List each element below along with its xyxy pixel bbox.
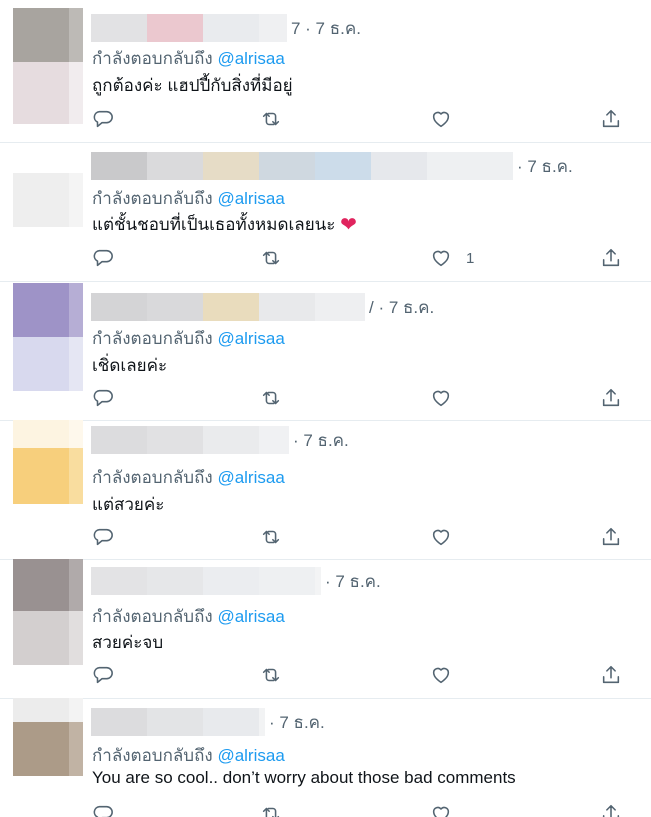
retweet-icon	[262, 112, 280, 126]
blurred-username	[91, 152, 513, 180]
timestamp[interactable]: · 7 ธ.ค.	[293, 427, 349, 454]
mention-link[interactable]: @alrisaa	[217, 329, 284, 348]
reply-button[interactable]	[92, 802, 114, 817]
retweet-button[interactable]	[260, 107, 282, 131]
action-bar	[92, 802, 632, 817]
retweet-button[interactable]	[260, 525, 282, 549]
reply-text: แต่สวยค่ะ	[92, 495, 165, 514]
reply-text: สวยค่ะจบ	[92, 633, 164, 652]
like-icon	[432, 667, 450, 684]
replying-to: กำลังตอบกลับถึง @alrisaa	[92, 607, 285, 626]
timestamp[interactable]: · 7 ธ.ค.	[269, 709, 325, 736]
timestamp[interactable]: / · 7 ธ.ค.	[369, 294, 434, 321]
like-button[interactable]	[430, 386, 466, 410]
blurred-username	[91, 708, 265, 736]
reply-item[interactable]: 7 · 7 ธ.ค. กำลังตอบกลับถึง @alrisaa ถูกต…	[0, 0, 651, 143]
action-bar	[92, 663, 632, 687]
like-button[interactable]	[430, 802, 466, 817]
retweet-button[interactable]	[260, 246, 282, 270]
like-icon	[432, 529, 450, 546]
timestamp[interactable]: · 7 ธ.ค.	[325, 568, 381, 595]
like-button[interactable]	[430, 107, 466, 131]
retweet-icon	[262, 391, 280, 405]
reply-item[interactable]: · 7 ธ.ค. กำลังตอบกลับถึง @alrisaa สวยค่ะ…	[0, 559, 651, 699]
blurred-username	[91, 567, 321, 595]
mention-link[interactable]: @alrisaa	[217, 746, 284, 765]
reply-button[interactable]	[92, 386, 114, 410]
mention-link[interactable]: @alrisaa	[217, 607, 284, 626]
share-button[interactable]	[600, 525, 622, 549]
retweet-icon	[262, 530, 280, 544]
replying-to: กำลังตอบกลับถึง @alrisaa	[92, 49, 285, 68]
share-icon	[602, 527, 620, 546]
red-heart-emoji: ❤	[340, 214, 357, 236]
timestamp[interactable]: 7 · 7 ธ.ค.	[291, 15, 361, 42]
reply-icon	[93, 249, 113, 267]
like-button[interactable]: 1	[430, 246, 474, 270]
replying-to: กำลังตอบกลับถึง @alrisaa	[92, 746, 285, 765]
share-icon	[602, 109, 620, 128]
mention-link[interactable]: @alrisaa	[217, 189, 284, 208]
share-icon	[602, 804, 620, 817]
blurred-username	[91, 14, 287, 42]
reply-item[interactable]: · 7 ธ.ค. กำลังตอบกลับถึง @alrisaa You ar…	[0, 698, 651, 817]
like-icon	[432, 111, 450, 128]
mention-link[interactable]: @alrisaa	[217, 49, 284, 68]
reply-item[interactable]: · 7 ธ.ค. กำลังตอบกลับถึง @alrisaa แต่ชั้…	[0, 142, 651, 282]
reply-button[interactable]	[92, 525, 114, 549]
reply-text: แต่ชั้นชอบที่เป็นเธอทั้งหมดเลยนะ ❤	[92, 214, 357, 236]
retweet-icon	[262, 807, 280, 817]
reply-button[interactable]	[92, 663, 114, 687]
retweet-button[interactable]	[260, 663, 282, 687]
reply-icon	[93, 666, 113, 684]
retweet-icon	[262, 668, 280, 682]
reply-text: ถูกต้องค่ะ แฮปปี้กับสิ่งที่มีอยู่	[92, 76, 293, 95]
reply-text: เชิ่ดเลยค่ะ	[92, 356, 168, 375]
reply-icon	[93, 528, 113, 546]
reply-icon	[93, 805, 113, 817]
blurred-username	[91, 293, 365, 321]
mention-link[interactable]: @alrisaa	[217, 468, 284, 487]
reply-icon	[93, 110, 113, 128]
action-bar: 1	[92, 246, 632, 270]
like-icon	[432, 806, 450, 817]
share-icon	[602, 665, 620, 684]
like-button[interactable]	[430, 525, 466, 549]
replying-to: กำลังตอบกลับถึง @alrisaa	[92, 468, 285, 487]
share-icon	[602, 388, 620, 407]
action-bar	[92, 525, 632, 549]
retweet-button[interactable]	[260, 802, 282, 817]
like-icon	[432, 250, 450, 267]
reply-icon	[93, 389, 113, 407]
replying-to: กำลังตอบกลับถึง @alrisaa	[92, 189, 285, 208]
action-bar	[92, 107, 632, 131]
reply-text: You are so cool.. don’t worry about thos…	[92, 768, 516, 787]
replying-to: กำลังตอบกลับถึง @alrisaa	[92, 329, 285, 348]
blurred-username	[91, 426, 289, 454]
share-button[interactable]	[600, 663, 622, 687]
like-button[interactable]	[430, 663, 466, 687]
retweet-button[interactable]	[260, 386, 282, 410]
reply-button[interactable]	[92, 246, 114, 270]
share-icon	[602, 248, 620, 267]
action-bar	[92, 386, 632, 410]
like-icon	[432, 390, 450, 407]
share-button[interactable]	[600, 802, 622, 817]
timestamp[interactable]: · 7 ธ.ค.	[517, 153, 573, 180]
retweet-icon	[262, 251, 280, 265]
reply-button[interactable]	[92, 107, 114, 131]
like-count: 1	[466, 249, 475, 267]
share-button[interactable]	[600, 107, 622, 131]
reply-item[interactable]: / · 7 ธ.ค. กำลังตอบกลับถึง @alrisaa เชิ่…	[0, 281, 651, 421]
reply-item[interactable]: · 7 ธ.ค. กำลังตอบกลับถึง @alrisaa แต่สวย…	[0, 420, 651, 560]
share-button[interactable]	[600, 246, 622, 270]
share-button[interactable]	[600, 386, 622, 410]
